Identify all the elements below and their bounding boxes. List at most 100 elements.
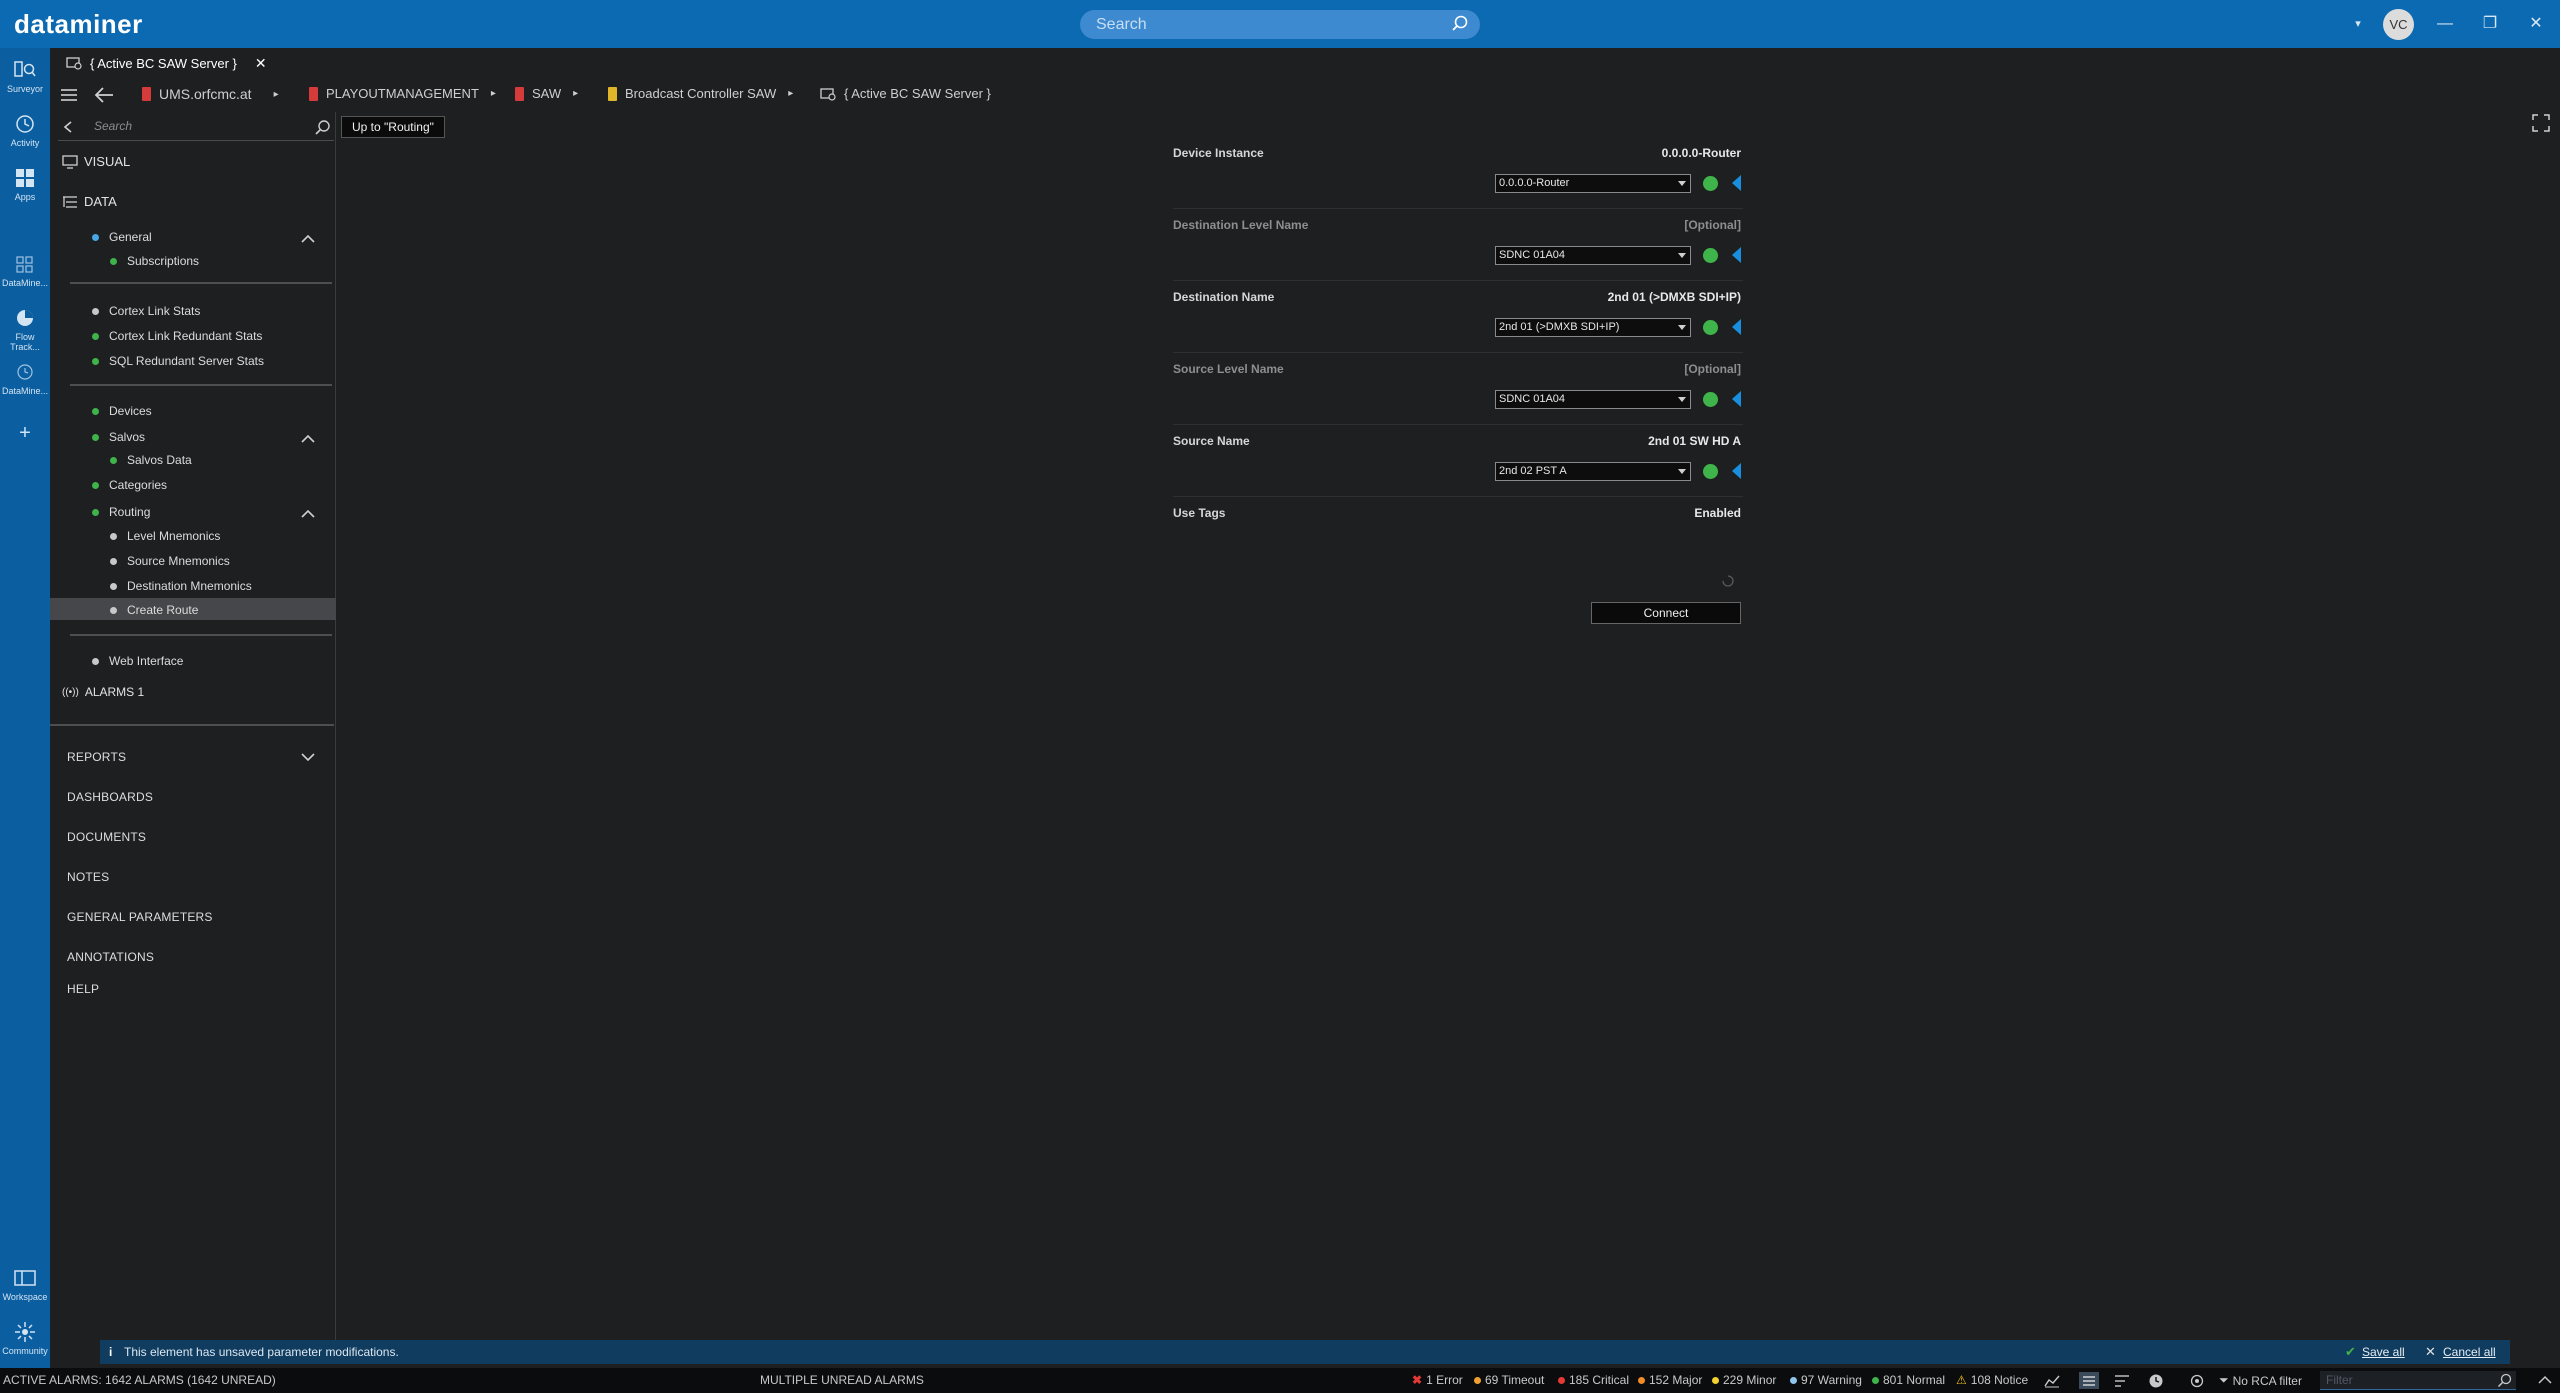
chevron-right-icon[interactable]: ▸ — [788, 88, 793, 99]
unread-alarms-label[interactable]: MULTIPLE UNREAD ALARMS — [760, 1373, 924, 1387]
sidebar-search[interactable] — [58, 115, 334, 141]
menu-documents[interactable]: DOCUMENTS — [67, 830, 146, 844]
global-search[interactable] — [1080, 10, 1480, 39]
search-icon[interactable] — [2497, 1373, 2512, 1388]
destination-level-select[interactable]: SDNC 01A04 — [1495, 246, 1691, 265]
checkmark-icon: ✔ — [2345, 1344, 2356, 1359]
menu-annotations[interactable]: ANNOTATIONS — [67, 950, 154, 964]
set-check-icon[interactable] — [1703, 176, 1718, 191]
cancel-all-link[interactable]: Cancel all — [2443, 1345, 2496, 1359]
tree-item-level-mnemonics[interactable]: Level Mnemonics — [110, 529, 220, 543]
source-level-select[interactable]: SDNC 01A04 — [1495, 390, 1691, 409]
menu-notes[interactable]: NOTES — [67, 870, 109, 884]
alarm-filter[interactable] — [2320, 1371, 2516, 1390]
chevron-up-icon[interactable] — [301, 234, 315, 244]
chevron-right-icon[interactable]: ▸ — [274, 89, 279, 100]
alarm-filter-input[interactable] — [2326, 1373, 2476, 1387]
up-to-routing-button[interactable]: Up to "Routing" — [341, 116, 445, 138]
collapse-sidebar-icon[interactable] — [62, 120, 74, 134]
rail-apps[interactable]: Apps — [0, 166, 50, 202]
warning-count[interactable]: 97 Warning — [1790, 1373, 1862, 1387]
sort-lines-icon[interactable] — [2114, 1374, 2130, 1388]
breadcrumb-active-server[interactable]: { Active BC SAW Server } — [820, 86, 991, 101]
tree-item-cortex-link-redundant-stats[interactable]: Cortex Link Redundant Stats — [92, 329, 262, 343]
tree-item-destination-mnemonics[interactable]: Destination Mnemonics — [110, 579, 252, 593]
set-check-icon[interactable] — [1703, 464, 1718, 479]
tree-item-cortex-link-stats[interactable]: Cortex Link Stats — [92, 304, 200, 318]
list-view-icon[interactable] — [2079, 1372, 2099, 1389]
notice-count[interactable]: ⚠ 108 Notice — [1956, 1373, 2028, 1387]
global-search-input[interactable] — [1096, 14, 1436, 35]
rail-flow-tracking[interactable]: Flow Track... — [0, 306, 50, 352]
breadcrumb-playoutmanagement[interactable]: PLAYOUTMANAGEMENT ▸ — [309, 86, 496, 101]
rail-datamine-1[interactable]: DataMine... — [0, 252, 50, 288]
tree-item-salvos-data[interactable]: Salvos Data — [110, 453, 192, 467]
set-check-icon[interactable] — [1703, 320, 1718, 335]
tree-item-subscriptions[interactable]: Subscriptions — [110, 254, 199, 268]
minor-count[interactable]: 229 Minor — [1712, 1373, 1776, 1387]
rail-surveyor[interactable]: Surveyor — [0, 58, 50, 94]
source-name-select[interactable]: 2nd 02 PST A — [1495, 462, 1691, 481]
minimize-icon[interactable]: — — [2433, 12, 2457, 36]
timeout-count[interactable]: 69 Timeout — [1474, 1373, 1544, 1387]
restore-icon[interactable]: ❐ — [2478, 12, 2502, 36]
breadcrumb-broadcast-controller[interactable]: Broadcast Controller SAW ▸ — [608, 86, 793, 101]
destination-name-select[interactable]: 2nd 01 (>DMXB SDI+IP) — [1495, 318, 1691, 337]
focus-icon[interactable] — [2189, 1373, 2205, 1389]
breadcrumb-ums[interactable]: UMS.orfcmc.at ▸ — [142, 86, 279, 102]
sidebar-search-input[interactable] — [94, 119, 294, 133]
active-alarms-count[interactable]: ACTIVE ALARMS: 1642 ALARMS (1642 UNREAD) — [3, 1373, 276, 1387]
tree-item-salvos[interactable]: Salvos — [92, 430, 145, 444]
search-icon[interactable] — [314, 119, 331, 136]
device-instance-select[interactable]: 0.0.0.0-Router — [1495, 174, 1691, 193]
back-arrow-icon[interactable] — [94, 86, 114, 104]
search-icon[interactable] — [1450, 14, 1470, 34]
dropdown-icon[interactable]: ▾ — [2346, 12, 2370, 36]
nav-alarms[interactable]: ((•)) ALARMS 1 — [62, 685, 144, 699]
chevron-right-icon[interactable]: ▸ — [573, 88, 578, 99]
tree-item-create-route[interactable]: Create Route — [110, 603, 198, 617]
close-tab-icon[interactable]: ✕ — [255, 55, 267, 72]
menu-dashboards[interactable]: DASHBOARDS — [67, 790, 153, 804]
chevron-up-icon[interactable] — [2538, 1375, 2552, 1385]
rail-workspace[interactable]: Workspace — [0, 1266, 50, 1302]
chevron-up-icon[interactable] — [301, 434, 315, 444]
breadcrumb-saw[interactable]: SAW ▸ — [515, 86, 578, 101]
tree-item-categories[interactable]: Categories — [92, 478, 167, 492]
tree-item-routing[interactable]: Routing — [92, 505, 150, 519]
tree-item-web-interface[interactable]: Web Interface — [92, 654, 183, 668]
nav-data[interactable]: DATA — [62, 194, 117, 209]
status-count-label: 97 Warning — [1801, 1373, 1862, 1387]
set-check-icon[interactable] — [1703, 392, 1718, 407]
tree-item-devices[interactable]: Devices — [92, 404, 152, 418]
tree-item-general[interactable]: General — [92, 230, 152, 244]
major-count[interactable]: 152 Major — [1638, 1373, 1702, 1387]
clock-icon[interactable] — [2148, 1373, 2164, 1389]
trend-icon[interactable] — [2044, 1374, 2060, 1388]
rail-datamine-2[interactable]: DataMine... — [0, 360, 50, 396]
tree-item-sql-redundant-server-stats[interactable]: SQL Redundant Server Stats — [92, 354, 264, 368]
rail-label: Workspace — [2, 1292, 48, 1302]
connect-button[interactable]: Connect — [1591, 602, 1741, 624]
nav-visual[interactable]: VISUAL — [62, 154, 130, 169]
menu-general-parameters[interactable]: GENERAL PARAMETERS — [67, 910, 213, 924]
user-avatar[interactable]: VC — [2383, 9, 2414, 40]
tab-active-bc-saw-server[interactable]: { Active BC SAW Server } ✕ — [66, 50, 267, 76]
critical-count[interactable]: 185 Critical — [1558, 1373, 1629, 1387]
hamburger-menu-icon[interactable] — [60, 87, 78, 103]
rail-community[interactable]: Community — [0, 1320, 50, 1356]
normal-count[interactable]: 801 Normal — [1872, 1373, 1945, 1387]
close-window-icon[interactable]: ✕ — [2524, 12, 2548, 36]
menu-reports[interactable]: REPORTS — [67, 750, 126, 764]
set-check-icon[interactable] — [1703, 248, 1718, 263]
chevron-down-icon[interactable] — [301, 752, 315, 762]
chevron-right-icon[interactable]: ▸ — [491, 88, 496, 99]
chevron-up-icon[interactable] — [301, 509, 315, 519]
save-all-link[interactable]: Save all — [2362, 1345, 2405, 1359]
tree-item-source-mnemonics[interactable]: Source Mnemonics — [110, 554, 230, 568]
add-app-icon[interactable]: + — [0, 422, 50, 445]
rail-activity[interactable]: Activity — [0, 112, 50, 148]
menu-help[interactable]: HELP — [67, 982, 99, 996]
error-count[interactable]: ✖ 1 Error — [1412, 1373, 1463, 1387]
rca-filter[interactable]: ⏷ No RCA filter — [2219, 1373, 2302, 1388]
